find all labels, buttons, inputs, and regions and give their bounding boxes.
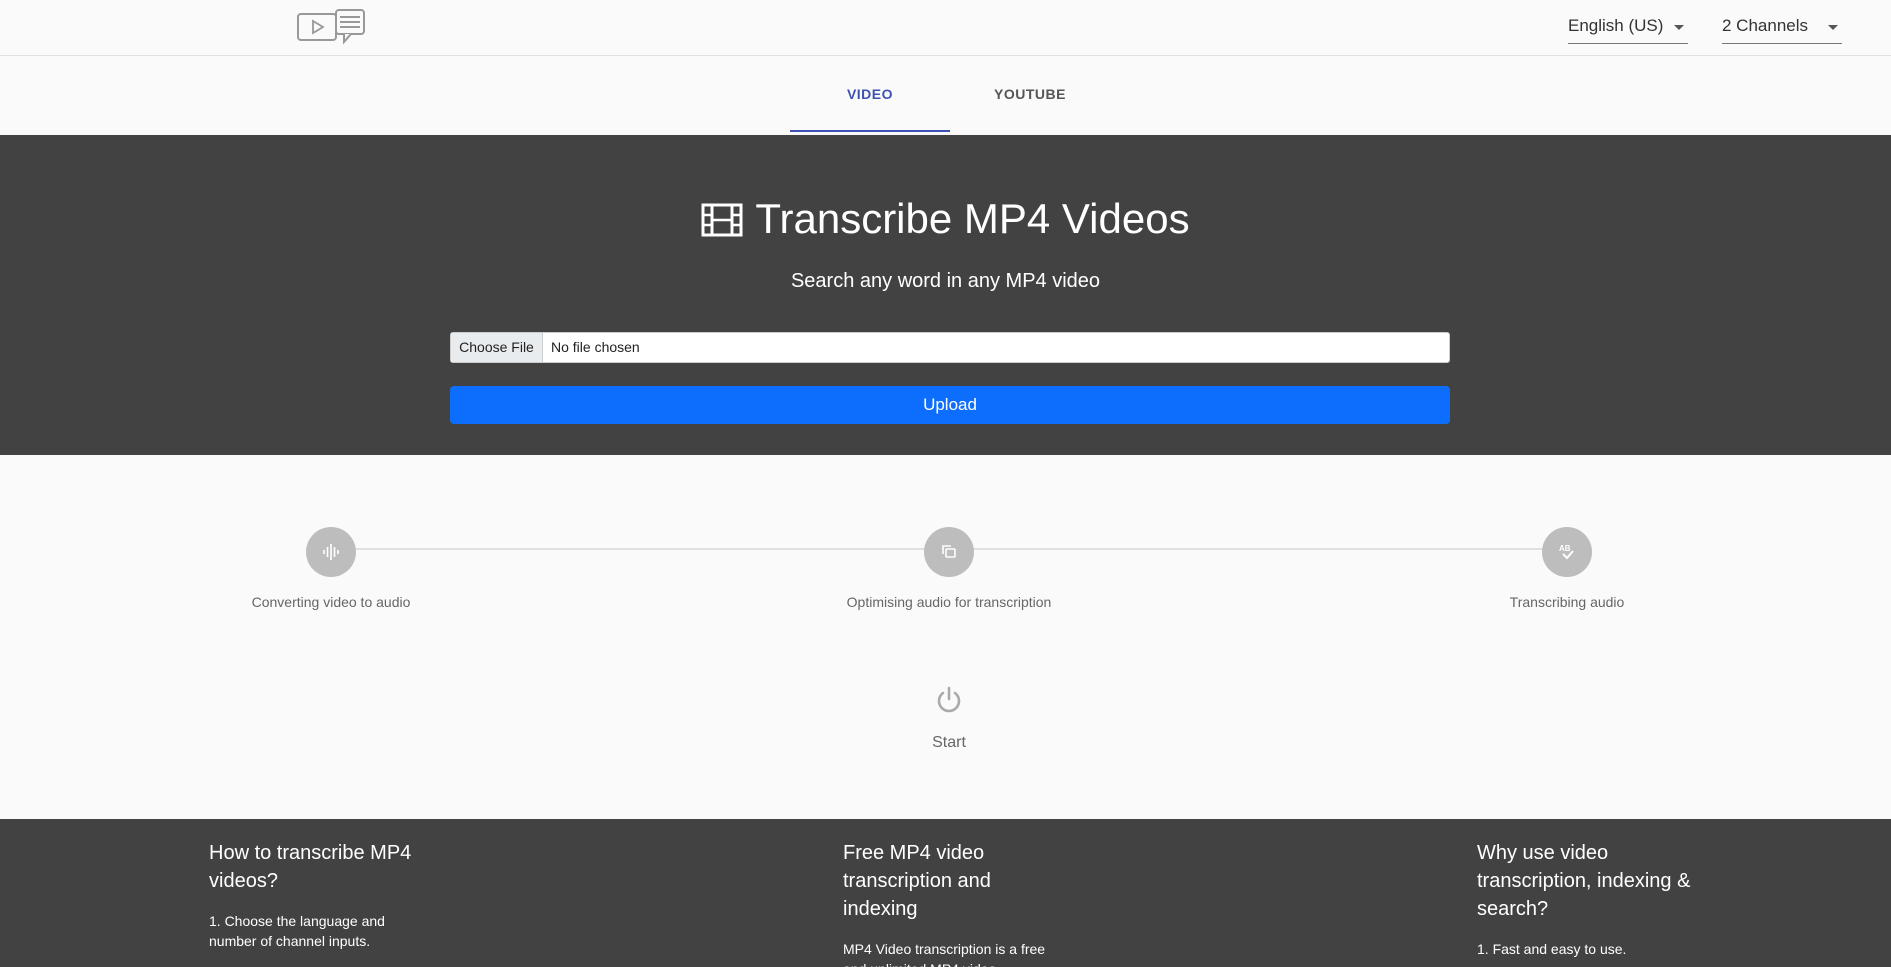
- footer-how-text: 1. Choose the language and number of cha…: [209, 913, 385, 949]
- tab-bar: VIDEO YOUTUBE: [0, 56, 1891, 135]
- footer-free-title: Free MP4 video transcription and indexin…: [843, 842, 991, 920]
- caret-down-icon: [1828, 25, 1838, 30]
- page-title: Transcribe MP4 Videos: [0, 195, 1891, 243]
- hero-section: Transcribe MP4 Videos Search any word in…: [0, 135, 1891, 455]
- step-convert-label: Converting video to audio: [251, 594, 411, 610]
- step-transcribe-label: Transcribing audio: [1509, 594, 1625, 610]
- choose-file-button[interactable]: Choose File: [451, 333, 543, 362]
- audio-optimise-icon: [942, 545, 956, 558]
- channels-select[interactable]: 2 Channels: [1722, 12, 1842, 44]
- tab-video[interactable]: VIDEO: [790, 56, 950, 132]
- tab-youtube[interactable]: YOUTUBE: [950, 56, 1110, 132]
- top-bar: English (US) 2 Channels: [0, 0, 1891, 56]
- footer-column-free: Free MP4 video transcription and indexin…: [843, 839, 1063, 967]
- file-status: No file chosen: [551, 339, 640, 355]
- footer-why-text: 1. Fast and easy to use.: [1477, 941, 1627, 957]
- svg-text:AB: AB: [1559, 544, 1571, 553]
- film-icon: [701, 203, 743, 237]
- step-optimise-label: Optimising audio for transcription: [846, 594, 1052, 610]
- page-subtitle: Search any word in any MP4 video: [790, 270, 1101, 292]
- progress-steps: Converting video to audio Optimising aud…: [0, 455, 1891, 819]
- logo-icon[interactable]: [296, 8, 366, 46]
- step-convert-circle: [306, 527, 356, 577]
- footer-column-how: How to transcribe MP4 videos? 1. Choose …: [209, 839, 429, 951]
- footer-why-title: Why use video transcription, indexing & …: [1477, 842, 1691, 920]
- upload-button[interactable]: Upload: [450, 386, 1450, 424]
- footer: How to transcribe MP4 videos? 1. Choose …: [0, 819, 1891, 967]
- step-transcribe-circle: AB: [1542, 527, 1592, 577]
- language-value: English (US): [1568, 16, 1664, 35]
- step-optimise-circle: [924, 527, 974, 577]
- waveform-icon: [323, 544, 339, 560]
- footer-how-title: How to transcribe MP4 videos?: [209, 842, 412, 892]
- power-icon[interactable]: [935, 686, 963, 714]
- transcribe-icon: AB: [1559, 544, 1574, 560]
- file-input[interactable]: Choose File No file chosen: [450, 332, 1450, 363]
- footer-column-why: Why use video transcription, indexing & …: [1477, 839, 1697, 959]
- caret-down-icon: [1674, 25, 1684, 30]
- language-select[interactable]: English (US): [1568, 12, 1688, 44]
- channels-value: 2 Channels: [1722, 16, 1809, 35]
- start-label: Start: [932, 734, 966, 751]
- footer-free-text: MP4 Video transcription is a free and un…: [843, 941, 1046, 967]
- page-title-text: Transcribe MP4 Videos: [755, 195, 1190, 242]
